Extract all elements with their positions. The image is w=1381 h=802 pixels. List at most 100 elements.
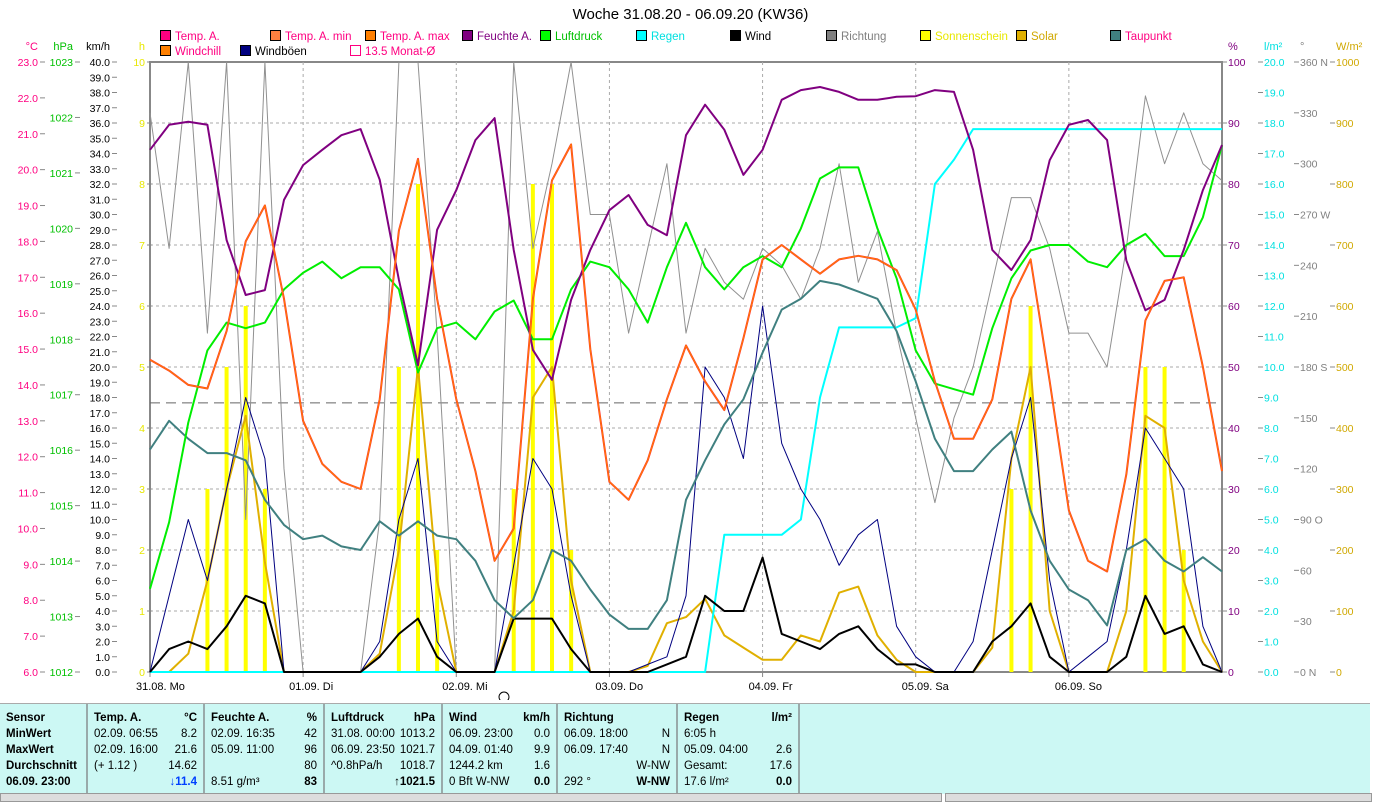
sunshine-tick-label: 0: [139, 667, 145, 679]
pressure-tick-label: 1018: [50, 334, 74, 346]
stats-cell: 06.09. 18:00: [564, 728, 628, 740]
legend-label: Regen: [651, 31, 685, 43]
sunshine-bar: [1143, 367, 1148, 672]
rain-tick-label: 13.0: [1264, 271, 1285, 283]
temp-tick-label: 19.0: [18, 201, 39, 213]
humidity-tick-label: 100: [1228, 57, 1246, 69]
solar-tick-label: 800: [1336, 179, 1354, 191]
stats-cell: 2.6: [776, 744, 792, 756]
stats-cell: W-NW: [636, 776, 670, 788]
pressure-tick-label: 1019: [50, 279, 74, 291]
legend-item: Regen: [636, 30, 685, 43]
wind-tick-label: 4.0: [95, 606, 110, 618]
rain-tick-label: 19.0: [1264, 88, 1285, 100]
day-label: 04.09. Fr: [749, 681, 793, 693]
stats-column: Richtung 06.09. 18:00 N 06.09. 17:40 N W-NW 29…: [558, 704, 678, 794]
stats-cell: 42: [304, 728, 317, 740]
stats-cell: MinWert: [6, 728, 52, 740]
wind-tick-label: 28.0: [90, 240, 111, 252]
stats-cell: l/m²: [771, 712, 792, 724]
stats-cell: 292 °: [564, 776, 591, 788]
wind-tick-label: 1.0: [95, 652, 110, 664]
pressure-axis-unit: hPa: [53, 41, 73, 53]
status-bar: [945, 793, 1372, 802]
stats-row: 1244.2 km 1.6: [443, 758, 556, 774]
stats-row: 02.09. 16:35 42: [205, 726, 323, 742]
temp-tick-label: 11.0: [18, 488, 38, 500]
temp-tick-label: 23.0: [18, 57, 39, 69]
pressure-tick-label: 1014: [50, 556, 74, 568]
sunshine-tick-label: 8: [139, 179, 145, 191]
stats-row: Regen l/m²: [678, 710, 798, 726]
horizontal-scrollbar[interactable]: [0, 793, 942, 802]
wind-tick-label: 10.0: [90, 515, 111, 527]
sunshine-tick-label: 5: [139, 362, 145, 374]
cursor-marker-icon: [498, 691, 510, 700]
wind-tick-label: 26.0: [90, 271, 111, 283]
temp-tick-label: 6.0: [23, 667, 38, 679]
legend-label: Wind: [745, 31, 772, 43]
stats-row: 06.09. 17:40 N: [558, 742, 676, 758]
rain-tick-label: 17.0: [1264, 149, 1285, 161]
day-label: 06.09. So: [1055, 681, 1102, 693]
direction-tick-label: 210: [1300, 311, 1318, 323]
solar-tick-label: 100: [1336, 606, 1354, 618]
stats-cell: %: [306, 712, 317, 724]
solar-tick-label: 700: [1336, 240, 1354, 252]
wind-tick-label: 38.0: [90, 88, 111, 100]
legend-swatch: [270, 30, 281, 41]
direction-tick-label: 30: [1300, 616, 1312, 628]
wind-tick-label: 11.0: [90, 499, 110, 511]
weather-chart: °C6.07.08.09.010.011.012.013.014.015.016…: [18, 41, 1363, 700]
stats-cell: 0.0: [534, 728, 550, 740]
legend-swatch: [160, 30, 171, 41]
legend-item: Wind: [730, 30, 771, 43]
wind-tick-label: 13.0: [90, 469, 111, 481]
wind-tick-label: 6.0: [95, 576, 110, 588]
temp-tick-label: 10.0: [18, 523, 39, 535]
temp-tick-label: 21.0: [18, 129, 39, 141]
solar-tick-label: 600: [1336, 301, 1354, 313]
legend-swatch: [1016, 30, 1027, 41]
wind-tick-label: 18.0: [90, 393, 111, 405]
rain-tick-label: 20.0: [1264, 57, 1285, 69]
stats-cell: N: [661, 744, 670, 756]
legend-label: Windchill: [175, 46, 222, 58]
direction-tick-label: 150: [1300, 413, 1318, 425]
rain-tick-label: 0.0: [1264, 667, 1279, 679]
solar-tick-label: 300: [1336, 484, 1354, 496]
temp-tick-label: 18.0: [18, 236, 39, 248]
legend-item: Temp. A. min: [270, 30, 351, 43]
stats-row: Durchschnitt: [0, 758, 86, 774]
wind-tick-label: 20.0: [90, 362, 111, 374]
rain-tick-label: 12.0: [1264, 301, 1285, 313]
stats-row: Richtung: [558, 710, 676, 726]
stats-cell: Richtung: [564, 712, 614, 724]
day-label: 02.09. Mi: [442, 681, 487, 693]
stats-cell: Durchschnitt: [6, 760, 77, 772]
stats-row: 02.09. 16:00 21.6: [88, 742, 203, 758]
stats-cell: 1018.7: [399, 760, 435, 772]
legend-item: Luftdruck: [540, 30, 602, 43]
wind-tick-label: 33.0: [90, 164, 111, 176]
rain-tick-label: 15.0: [1264, 210, 1285, 222]
wind-tick-label: 35.0: [90, 133, 111, 145]
legend-item: Temp. A.: [160, 30, 220, 43]
stats-cell: 06.09. 23:00: [449, 728, 513, 740]
legend-label: Temp. A.: [175, 31, 220, 43]
solar-tick-label: 1000: [1336, 57, 1360, 69]
stats-row: Sensor: [0, 710, 86, 726]
solar-tick-label: 500: [1336, 362, 1354, 374]
stats-cell: 96: [304, 744, 317, 756]
rain-tick-label: 14.0: [1264, 240, 1285, 252]
pressure-tick-label: 1013: [50, 612, 74, 624]
stats-row: 05.09. 04:00 2.6: [678, 742, 798, 758]
legend-label: Taupunkt: [1125, 31, 1172, 43]
wind-tick-label: 2.0: [95, 637, 110, 649]
solar-tick-label: 200: [1336, 545, 1354, 557]
solar-tick-label: 0: [1336, 667, 1342, 679]
sunshine-tick-label: 9: [139, 118, 145, 130]
wind-axis-unit: km/h: [86, 41, 110, 53]
wind-tick-label: 8.0: [95, 545, 110, 557]
sunshine-tick-label: 2: [139, 545, 145, 557]
